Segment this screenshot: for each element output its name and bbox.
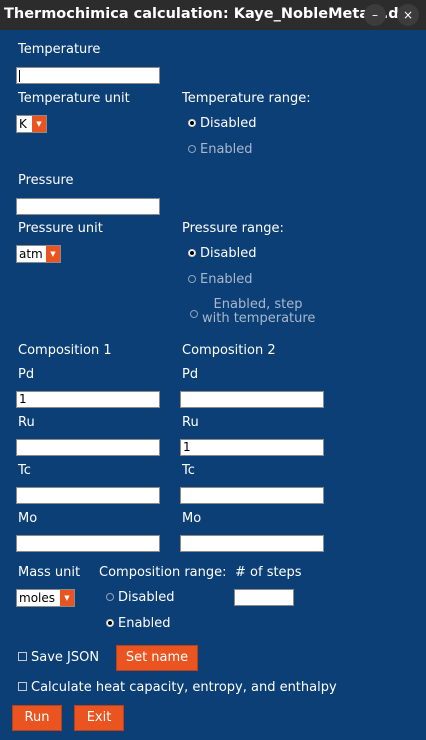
mo-composition-1-input[interactable]	[16, 535, 160, 552]
ru-composition-1-input[interactable]	[16, 439, 160, 456]
checkbox-label: Save JSON	[31, 650, 100, 665]
radio-label-line2: with temperature	[202, 311, 316, 326]
radio-unselected-icon	[188, 144, 196, 153]
pressure-range-enabled-radio[interactable]: Enabled	[188, 272, 253, 287]
radio-unselected-icon	[188, 274, 196, 283]
temperature-input[interactable]	[16, 67, 160, 84]
radio-label: Enabled	[200, 272, 253, 287]
pressure-unit-select[interactable]: atm ▼	[16, 245, 61, 263]
pd-composition-1-input[interactable]: 1	[16, 391, 160, 408]
radio-label: Disabled	[200, 246, 257, 261]
tc-composition-1-input[interactable]	[16, 487, 160, 504]
temperature-range-enabled-radio[interactable]: Enabled	[188, 142, 253, 157]
radio-selected-icon	[106, 618, 114, 627]
temperature-label: Temperature	[18, 42, 101, 57]
element-label-pd-1: Pd	[18, 367, 35, 382]
element-label-mo-2: Mo	[182, 511, 202, 526]
radio-selected-icon	[188, 118, 196, 127]
close-button[interactable]: ×	[397, 4, 419, 26]
radio-label: Disabled	[118, 590, 175, 605]
composition-range-label: Composition range:	[99, 565, 227, 580]
save-json-checkbox[interactable]: Save JSON	[18, 650, 99, 665]
radio-selected-icon	[188, 248, 196, 257]
element-label-tc-2: Tc	[182, 463, 195, 478]
dropdown-arrow-icon: ▼	[60, 590, 74, 606]
composition-2-label: Composition 2	[182, 343, 276, 358]
temperature-unit-value: K	[19, 117, 27, 131]
dropdown-arrow-icon: ▼	[32, 116, 46, 132]
temperature-unit-label: Temperature unit	[18, 91, 130, 106]
element-label-ru-1: Ru	[18, 415, 35, 430]
run-button[interactable]: Run	[12, 705, 62, 731]
radio-label: Disabled	[200, 116, 257, 131]
checkbox-icon	[18, 652, 27, 661]
text-cursor	[19, 69, 20, 82]
set-name-button[interactable]: Set name	[116, 645, 198, 671]
dropdown-arrow-icon: ▼	[46, 246, 60, 262]
temperature-range-label: Temperature range:	[182, 91, 311, 106]
pressure-input[interactable]	[16, 198, 160, 215]
steps-label: # of steps	[235, 565, 302, 580]
checkbox-icon	[18, 682, 27, 691]
exit-button[interactable]: Exit	[74, 705, 124, 731]
tc-composition-2-input[interactable]	[180, 487, 324, 504]
heat-capacity-checkbox[interactable]: Calculate heat capacity, entropy, and en…	[18, 680, 337, 695]
composition-range-enabled-radio[interactable]: Enabled	[106, 616, 171, 631]
radio-unselected-icon	[190, 310, 198, 318]
ru-composition-2-input[interactable]: 1	[180, 439, 324, 456]
radio-label: Enabled	[200, 142, 253, 157]
pd-composition-2-input[interactable]	[180, 391, 324, 408]
composition-range-disabled-radio[interactable]: Disabled	[106, 590, 174, 605]
element-label-tc-1: Tc	[18, 463, 31, 478]
element-label-ru-2: Ru	[182, 415, 199, 430]
pressure-label: Pressure	[18, 173, 74, 188]
temperature-unit-select[interactable]: K ▼	[16, 115, 47, 133]
window-title: Thermochimica calculation: Kaye_NobleMet…	[4, 6, 416, 22]
temperature-range-disabled-radio[interactable]: Disabled	[188, 116, 256, 131]
radio-unselected-icon	[106, 592, 114, 601]
composition-1-label: Composition 1	[18, 343, 112, 358]
element-label-mo-1: Mo	[18, 511, 38, 526]
mass-unit-select[interactable]: moles ▼	[16, 589, 75, 607]
radio-label-line1: Enabled, step	[213, 297, 303, 312]
mass-unit-value: moles	[19, 591, 55, 605]
element-label-pd-2: Pd	[182, 367, 199, 382]
pressure-range-label: Pressure range:	[182, 221, 284, 236]
pressure-unit-value: atm	[19, 247, 43, 261]
pressure-range-disabled-radio[interactable]: Disabled	[188, 246, 256, 261]
checkbox-label: Calculate heat capacity, entropy, and en…	[31, 680, 337, 695]
window-titlebar: Thermochimica calculation: Kaye_NobleMet…	[0, 0, 426, 30]
minimize-button[interactable]: –	[364, 4, 386, 26]
pressure-unit-label: Pressure unit	[18, 221, 103, 236]
steps-input[interactable]	[234, 589, 294, 606]
radio-label: Enabled	[118, 616, 171, 631]
mass-unit-label: Mass unit	[18, 565, 81, 580]
mo-composition-2-input[interactable]	[180, 535, 324, 552]
